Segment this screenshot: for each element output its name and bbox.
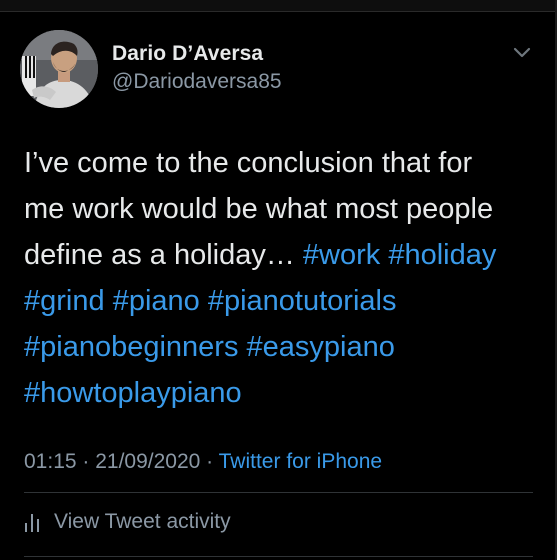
bar-chart-icon — [25, 514, 39, 532]
hashtag-grind[interactable]: #grind — [24, 285, 105, 317]
hashtag-work[interactable]: #work — [303, 239, 380, 271]
tweet-line: define as a holiday… #work #holiday — [24, 232, 544, 278]
tweet-time[interactable]: 01:15 — [24, 450, 77, 473]
tweet-text: I’ve come to the conclusion that for me … — [24, 140, 544, 416]
tweet-line: I’ve come to the conclusion that for — [24, 147, 473, 179]
tweet-date[interactable]: 21/09/2020 — [95, 450, 200, 473]
hashtag-holiday[interactable]: #holiday — [388, 239, 496, 271]
tweet-line: #grind #piano #pianotutorials — [24, 278, 544, 324]
chevron-down-icon[interactable] — [511, 44, 533, 60]
user-avatar-icon — [20, 30, 98, 108]
tweet-line: #pianobeginners #easypiano — [24, 324, 544, 370]
meta-separator: · — [76, 450, 96, 473]
tweet-source-link[interactable]: Twitter for iPhone — [219, 450, 382, 473]
tweet-detail-view: Dario D’Aversa @Dariodaversa85 I’ve come… — [0, 0, 557, 560]
view-tweet-activity-label: View Tweet activity — [54, 510, 231, 533]
tweet-line-text: define as a holiday… — [24, 239, 303, 271]
top-edge — [0, 0, 557, 12]
avatar[interactable] — [20, 30, 98, 108]
author-handle[interactable]: @Dariodaversa85 — [112, 70, 282, 94]
hashtag-pianobeginners[interactable]: #pianobeginners — [24, 331, 238, 363]
hashtag-howtoplaypiano[interactable]: #howtoplaypiano — [24, 377, 242, 409]
hashtag-easypiano[interactable]: #easypiano — [247, 331, 395, 363]
divider — [24, 556, 533, 557]
meta-separator: · — [200, 450, 219, 473]
tweet-line: me work would be what most people — [24, 193, 494, 225]
divider — [24, 492, 533, 493]
view-tweet-activity-button[interactable]: View Tweet activity — [24, 510, 231, 534]
hashtag-pianotutorials[interactable]: #pianotutorials — [208, 285, 397, 317]
hashtag-piano[interactable]: #piano — [113, 285, 200, 317]
tweet-meta: 01:15 · 21/09/2020 · Twitter for iPhone — [24, 450, 382, 474]
author-name[interactable]: Dario D’Aversa — [112, 42, 263, 66]
tweet-line: #howtoplaypiano — [24, 370, 544, 416]
